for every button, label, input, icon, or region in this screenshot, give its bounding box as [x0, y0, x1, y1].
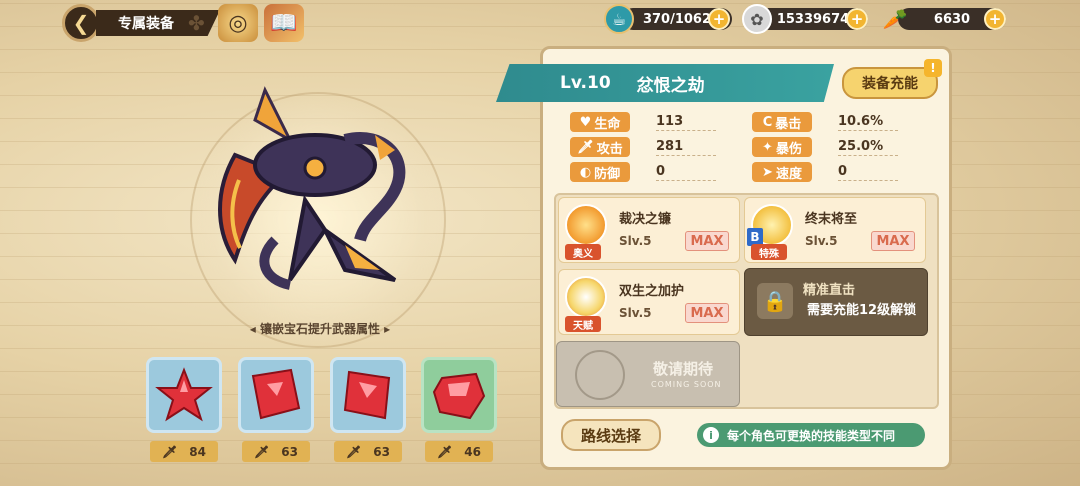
unlock-requirement: 需要充能12级解锁: [807, 303, 917, 318]
tip-text: 每个角色可更换的技能类型不同: [727, 428, 896, 443]
skill-card-special[interactable]: B 特殊 终末将至 Slv.5 MAX: [744, 197, 926, 263]
skill-max-badge: MAX: [871, 231, 915, 251]
skill-name: 双生之加护: [619, 284, 685, 299]
stat-label-text: 速度: [775, 166, 802, 182]
sword-icon: 🗡: [437, 444, 453, 459]
stat-label: ♥ 生命: [570, 112, 630, 132]
ruby-star-icon: [343, 370, 391, 420]
stat-value: 0: [656, 164, 716, 181]
gem-stat-value: 46: [464, 444, 481, 459]
carrot-icon: 🥕: [882, 7, 908, 31]
skill-tip: i 每个角色可更换的技能类型不同: [697, 423, 925, 447]
crit-damage-icon: ✦: [762, 139, 773, 155]
gem-slot-2[interactable]: [238, 357, 314, 433]
stat-label-text: 防御: [594, 166, 621, 182]
skill-max-badge: MAX: [685, 303, 729, 323]
gem-stat-value: 84: [189, 444, 206, 459]
gem-stat-value: 63: [373, 444, 390, 459]
skill-tag: 特殊: [751, 244, 787, 260]
back-arrow-icon: ❮: [72, 11, 90, 35]
stat-label: ◐ 防御: [570, 162, 630, 182]
locked-skill-name: 精准直击: [803, 283, 856, 298]
add-stamina-button[interactable]: +: [708, 8, 730, 30]
locked-skill-card[interactable]: 🔒 精准直击 需要充能12级解锁: [744, 268, 928, 336]
twin-guard-skill-icon: [565, 276, 607, 318]
stat-label: 🗡 攻击: [570, 137, 630, 157]
weapon-header: Lv.10 忿恨之劫: [496, 64, 834, 102]
gem-stat-1: 🗡 84: [150, 441, 218, 462]
gem-slot-1[interactable]: [146, 357, 222, 433]
character-silhouette-icon: [575, 350, 625, 400]
stat-label: C 暴击: [752, 112, 812, 132]
stat-value: 10.6%: [838, 114, 898, 131]
stat-defense: ◐ 防御 0: [570, 162, 716, 182]
skill-card-ultimate[interactable]: 奥义 裁决之镰 Slv.5 MAX: [558, 197, 740, 263]
stamina-icon: ☕: [604, 4, 634, 34]
crit-icon: C: [762, 114, 773, 130]
notification-badge: !: [924, 59, 942, 77]
stat-hp: ♥ 生命 113: [570, 112, 716, 132]
gem-stat-3: 🗡 63: [334, 441, 402, 462]
coming-soon-title: 敬请期待: [653, 360, 714, 378]
add-coin-button[interactable]: +: [846, 8, 868, 30]
stat-label-text: 生命: [594, 116, 621, 132]
boot-icon: ➤: [762, 164, 773, 180]
stat-value: 281: [656, 139, 716, 156]
lock-icon: 🔒: [757, 283, 793, 319]
stat-label-text: 暴伤: [775, 141, 802, 157]
route-select-button[interactable]: 路线选择: [561, 419, 661, 451]
sword-icon: 🗡: [577, 139, 594, 155]
weapon-image[interactable]: [195, 80, 435, 310]
inlay-caption-text: 镶嵌宝石提升武器属性: [259, 322, 380, 336]
skill-name: 裁决之镰: [619, 212, 672, 227]
stat-label-text: 暴击: [775, 116, 802, 132]
inlay-caption: ◂ 镶嵌宝石提升武器属性 ▸: [249, 322, 391, 336]
sword-icon: 🗡: [346, 444, 362, 459]
gem-stat-2: 🗡 63: [242, 441, 310, 462]
coming-soon-subtitle: COMING SOON: [651, 380, 722, 389]
back-button[interactable]: ❮: [62, 4, 100, 42]
weapon-level: Lv.10: [560, 73, 611, 93]
gem-stat-4: 🗡 46: [425, 441, 493, 462]
gem-slot-4[interactable]: [421, 357, 497, 433]
stat-label: ✦ 暴伤: [752, 137, 812, 157]
skill-name: 终末将至: [805, 212, 858, 227]
stat-label-text: 攻击: [596, 141, 623, 157]
skill-max-badge: MAX: [685, 231, 729, 251]
clover-icon: ✤: [188, 11, 205, 35]
coming-soon-card: 敬请期待 COMING SOON: [556, 341, 740, 407]
skill-tag: 奥义: [565, 244, 601, 260]
compass-icon[interactable]: ◎: [218, 4, 258, 42]
ruby-gem-icon: [432, 372, 486, 420]
stat-label: ➤ 速度: [752, 162, 812, 182]
info-icon: i: [703, 427, 719, 443]
skill-level: Slv.5: [619, 306, 652, 320]
heart-icon: ♥: [579, 114, 592, 130]
sword-icon: 🗡: [254, 444, 270, 459]
add-carrot-button[interactable]: +: [984, 8, 1006, 30]
scythe-skill-icon: [565, 204, 607, 246]
stat-crit-damage: ✦ 暴伤 25.0%: [752, 137, 898, 157]
gem-slot-3[interactable]: [330, 357, 406, 433]
stat-value: 0: [838, 164, 898, 181]
skill-level: Slv.5: [805, 234, 838, 248]
ruby-star-icon: [251, 368, 301, 420]
book-icon[interactable]: 📖: [264, 4, 304, 42]
skill-card-talent[interactable]: 天赋 双生之加护 Slv.5 MAX: [558, 269, 740, 335]
weapon-name: 忿恨之劫: [636, 75, 705, 96]
ruby-star-icon: [155, 367, 213, 422]
sword-icon: 🗡: [162, 444, 178, 459]
gem-stat-value: 63: [281, 444, 298, 459]
skill-tag: 天赋: [565, 316, 601, 332]
coin-icon: ✿: [742, 4, 772, 34]
stat-value: 113: [656, 114, 716, 131]
stat-attack: 🗡 攻击 281: [570, 137, 716, 157]
stat-crit: C 暴击 10.6%: [752, 112, 898, 132]
skill-level: Slv.5: [619, 234, 652, 248]
shield-icon: ◐: [579, 164, 592, 180]
stat-speed: ➤ 速度 0: [752, 162, 898, 182]
stat-value: 25.0%: [838, 139, 898, 156]
